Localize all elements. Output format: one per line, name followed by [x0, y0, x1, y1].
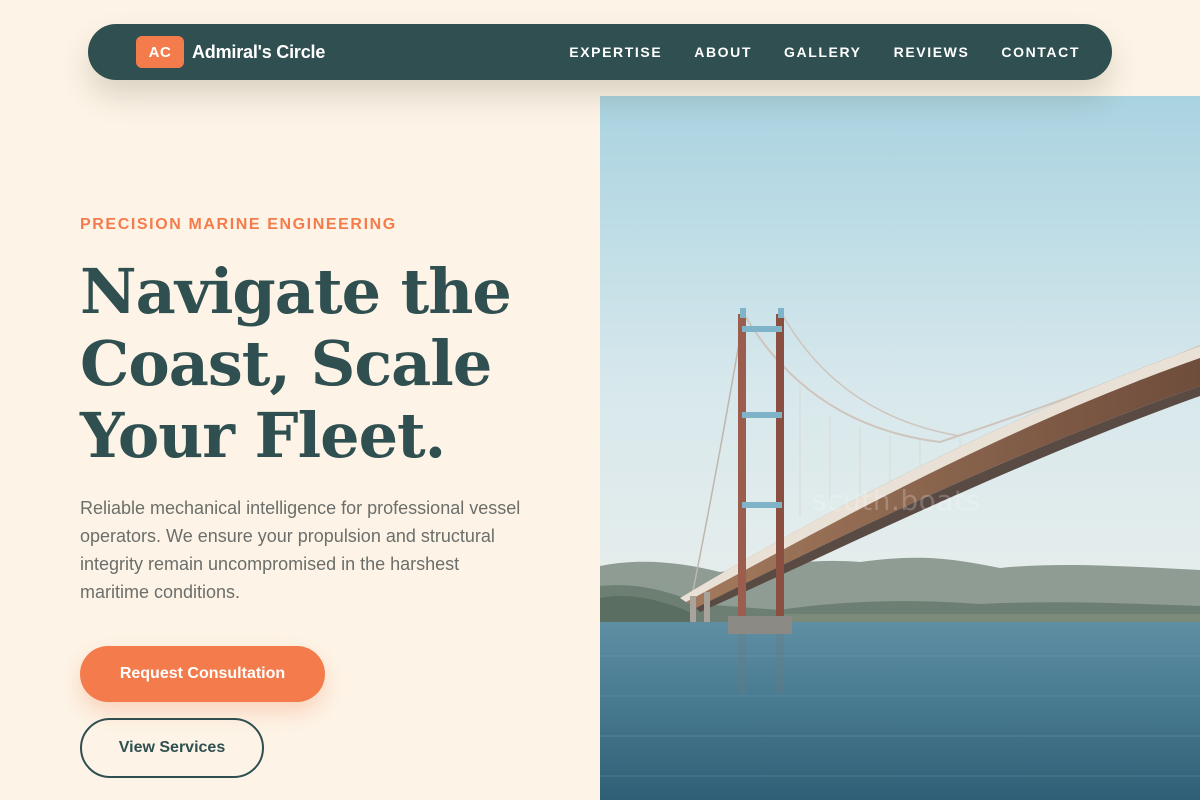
view-services-button[interactable]: View Services [80, 718, 264, 778]
nav-links: EXPERTISE ABOUT GALLERY REVIEWS CONTACT [569, 44, 1080, 60]
hero-title-line: Your Fleet. [80, 399, 446, 472]
hero-eyebrow: PRECISION MARINE ENGINEERING [80, 216, 397, 233]
hero-description: Reliable mechanical intelligence for pro… [80, 498, 521, 602]
top-navbar: AC Admiral's Circle EXPERTISE ABOUT GALL… [88, 24, 1112, 80]
hero-title: Navigate the Coast, Scale Your Fleet. [80, 256, 580, 472]
hero-bridge-image [600, 96, 1200, 800]
nav-link-gallery[interactable]: GALLERY [784, 44, 862, 60]
bridge-illustration [600, 96, 1200, 800]
image-watermark: scuth.boats [812, 484, 981, 517]
nav-link-about[interactable]: ABOUT [694, 44, 752, 60]
brand-logo[interactable]: AC Admiral's Circle [136, 36, 325, 68]
nav-link-contact[interactable]: CONTACT [1001, 44, 1080, 60]
hero-title-line: Navigate the [80, 255, 512, 328]
nav-link-reviews[interactable]: REVIEWS [894, 44, 970, 60]
nav-link-expertise[interactable]: EXPERTISE [569, 44, 662, 60]
request-consultation-button[interactable]: Request Consultation [80, 646, 325, 702]
hero-title-line: Coast, Scale [80, 327, 492, 400]
landing-page: AC Admiral's Circle EXPERTISE ABOUT GALL… [0, 0, 1200, 800]
brand-badge: AC [136, 36, 184, 68]
brand-name: Admiral's Circle [192, 41, 326, 62]
